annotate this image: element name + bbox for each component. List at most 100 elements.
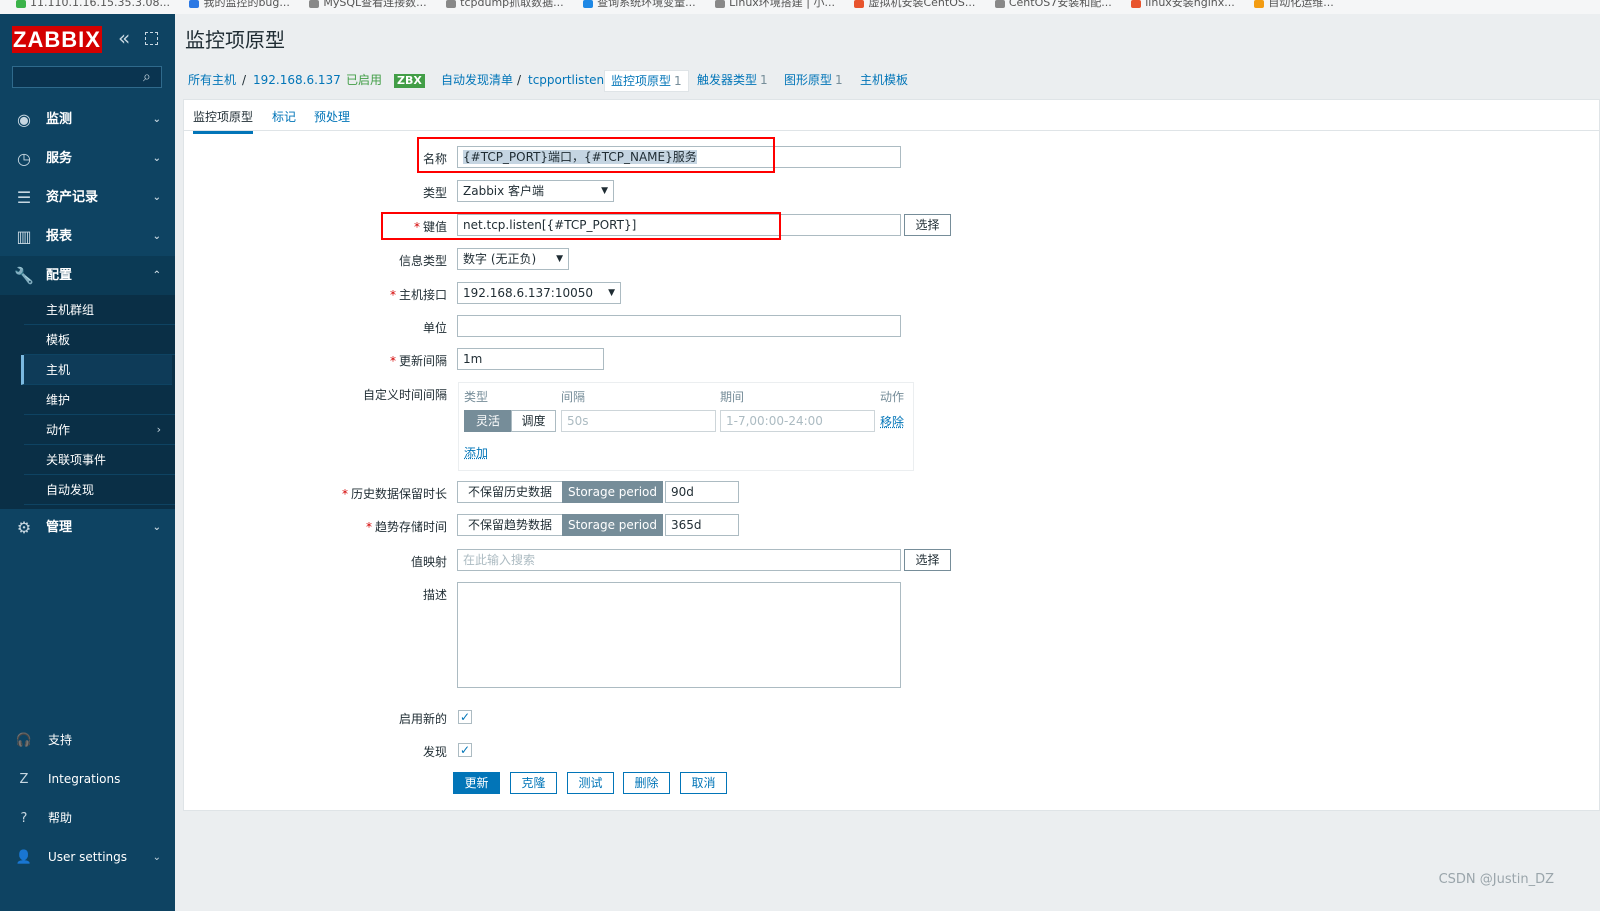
ci-period-field[interactable]: 1-7,00:00-24:00: [720, 410, 875, 432]
bookmark[interactable]: tcpdump抓取数据...: [446, 0, 564, 8]
host-enabled-status[interactable]: 已启用: [346, 62, 382, 99]
tab-label: 触发器类型: [697, 73, 758, 87]
units-field[interactable]: [457, 315, 901, 337]
nav-services[interactable]: ◷ 服务 ⌄: [0, 139, 175, 178]
interval-label: * 更新间隔: [247, 352, 447, 369]
interface-label-text: 主机接口: [398, 288, 447, 302]
interface-value: 192.168.6.137:10050: [463, 286, 594, 300]
tab-preprocessing[interactable]: 预处理: [314, 108, 350, 125]
chevron-down-icon: ▼: [608, 288, 615, 298]
nav-integrations[interactable]: Z Integrations: [0, 760, 175, 799]
create-enabled-checkbox[interactable]: ✓: [458, 710, 472, 724]
nav-configuration[interactable]: 🔧 配置 ⌃: [0, 256, 175, 295]
trends-label-text: 趋势存储时间: [374, 520, 447, 534]
nav-inventory[interactable]: ☰ 资产记录 ⌄: [0, 178, 175, 217]
breadcrumb-host[interactable]: 192.168.6.137: [253, 62, 341, 99]
create-enabled-label: 启用新的: [398, 712, 447, 726]
tab-host-prototypes[interactable]: 主机模板: [860, 62, 908, 99]
breadcrumb-all-hosts[interactable]: 所有主机: [188, 62, 236, 99]
name-highlight-box: [417, 137, 775, 173]
type-label: 类型: [422, 186, 447, 200]
delete-button[interactable]: 删除: [623, 772, 670, 794]
tab-item-prototype[interactable]: 监控项原型: [193, 108, 254, 134]
valuemap-search-input[interactable]: 在此输入搜索: [457, 549, 901, 571]
ci-header-action: 动作: [880, 390, 905, 404]
collapse-sidebar-icon[interactable]: «: [118, 28, 130, 48]
submenu-maintenance[interactable]: 维护: [24, 385, 175, 415]
breadcrumb-separator: /: [242, 73, 247, 87]
bookmark[interactable]: 查询系统环境变量...: [583, 0, 696, 8]
submenu-host-groups[interactable]: 主机群组: [24, 295, 175, 325]
submenu-discovery[interactable]: 自动发现: [24, 475, 175, 505]
submenu-actions[interactable]: 动作 ›: [24, 415, 175, 445]
test-button[interactable]: 测试: [567, 772, 614, 794]
tab-item-prototypes[interactable]: 监控项原型 1: [604, 70, 689, 92]
chevron-down-icon: ⌄: [152, 522, 161, 533]
bookmark[interactable]: 自动化运维...: [1254, 0, 1334, 8]
bar-chart-icon: ▥: [16, 227, 32, 246]
tab-graph-prototypes[interactable]: 图形原型 1: [784, 62, 843, 99]
ci-add-link[interactable]: 添加: [464, 444, 488, 461]
nav-help[interactable]: ? 帮助: [0, 799, 175, 838]
ci-scheduling-toggle[interactable]: 调度: [511, 410, 556, 432]
nav-administration[interactable]: ⚙ 管理 ⌄: [0, 508, 175, 547]
search-icon[interactable]: ⌕: [143, 69, 151, 85]
history-label-text: 历史数据保留时长: [350, 487, 447, 501]
submenu-hosts[interactable]: 主机: [21, 355, 172, 385]
bookmark[interactable]: 我的监控的bug...: [189, 0, 290, 8]
history-field[interactable]: 90d: [665, 481, 739, 503]
bookmark[interactable]: Linux环境搭建 | 小...: [715, 0, 835, 8]
valuemap-select-button[interactable]: 选择: [904, 549, 951, 571]
custom-intervals-label: 自定义时间间隔: [362, 388, 447, 402]
bookmark[interactable]: 11.110.1.16.15.35.3.08...: [16, 0, 170, 8]
bookmark[interactable]: linux安装nginx...: [1131, 0, 1235, 8]
interface-select[interactable]: 192.168.6.137:10050 ▼: [457, 282, 621, 304]
nav-support[interactable]: 🎧 支持: [0, 721, 175, 760]
tab-count: 1: [760, 73, 768, 87]
item-prototype-form: 监控项原型 标记 预处理 名称 {#TCP_PORT}端口，{#TCP_NAME…: [183, 99, 1600, 811]
type-select[interactable]: Zabbix 客户端 ▼: [457, 180, 614, 202]
sidebar-search-input[interactable]: [12, 66, 162, 88]
nav-user-settings[interactable]: 👤 User settings ⌄: [0, 838, 175, 877]
cancel-button[interactable]: 取消: [680, 772, 727, 794]
tab-tags[interactable]: 标记: [272, 108, 296, 125]
bookmarks-bar: 11.110.1.16.15.35.3.08... 我的监控的bug... My…: [0, 0, 1600, 14]
zabbix-logo[interactable]: ZABBIX: [12, 26, 102, 53]
nav-reports[interactable]: ▥ 报表 ⌄: [0, 217, 175, 256]
submenu-event-correlation[interactable]: 关联项事件: [24, 445, 175, 475]
key-select-button[interactable]: 选择: [904, 214, 951, 236]
tab-count: 1: [835, 73, 843, 87]
ci-remove-link[interactable]: 移除: [880, 413, 904, 430]
bookmark[interactable]: CentOS7安装和配...: [994, 0, 1112, 8]
discover-checkbox[interactable]: ✓: [458, 743, 472, 757]
ci-header-period: 期间: [720, 390, 745, 404]
trends-do-not-keep-toggle[interactable]: 不保留趋势数据: [457, 514, 563, 536]
nav-label: 资产记录: [46, 190, 99, 205]
bookmark[interactable]: MySQL查看连接数...: [309, 0, 427, 8]
required-marker: *: [341, 487, 348, 501]
submenu-templates[interactable]: 模板: [24, 325, 175, 355]
trends-field[interactable]: 365d: [665, 514, 739, 536]
trends-storage-period-toggle[interactable]: Storage period: [562, 514, 663, 536]
submenu-label: 主机群组: [46, 303, 95, 317]
breadcrumb-discovery-list[interactable]: 自动发现清单: [441, 62, 513, 99]
kiosk-mode-icon[interactable]: [145, 32, 158, 45]
units-label: 单位: [422, 321, 447, 335]
tab-trigger-prototypes[interactable]: 触发器类型 1: [697, 62, 768, 99]
submenu-label: 主机: [46, 363, 71, 377]
clone-button[interactable]: 克隆: [510, 772, 557, 794]
integrations-icon: Z: [19, 772, 29, 787]
bookmark[interactable]: 虚拟机安装CentOS...: [854, 0, 975, 8]
ci-interval-field[interactable]: 50s: [561, 410, 716, 432]
breadcrumb-discovery-rule[interactable]: tcpportlisten: [528, 62, 604, 99]
breadcrumb-separator: /: [517, 73, 522, 87]
nav-monitoring[interactable]: ◉ 监测 ⌄: [0, 100, 175, 139]
history-storage-period-toggle[interactable]: Storage period: [562, 481, 663, 503]
history-do-not-keep-toggle[interactable]: 不保留历史数据: [457, 481, 563, 503]
interface-label: * 主机接口: [247, 286, 447, 303]
description-textarea[interactable]: [457, 582, 901, 688]
ci-flexible-toggle[interactable]: 灵活: [464, 410, 512, 432]
info-type-select[interactable]: 数字 (无正负) ▼: [457, 248, 569, 270]
update-button[interactable]: 更新: [453, 772, 500, 794]
interval-field[interactable]: 1m: [457, 348, 604, 370]
